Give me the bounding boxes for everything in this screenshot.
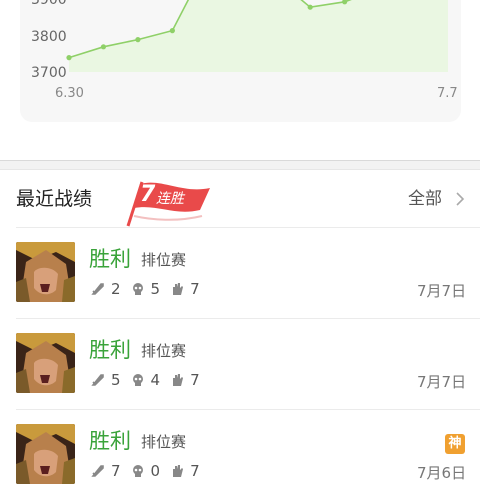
hero-avatar bbox=[16, 242, 75, 302]
x-tick-label: 6.30 bbox=[55, 86, 84, 101]
match-date: 7月7日 bbox=[417, 282, 467, 300]
chart-point bbox=[66, 55, 72, 61]
row-divider bbox=[16, 227, 480, 228]
recent-matches-title: 最近战绩 bbox=[16, 188, 93, 210]
streak-count: 7 bbox=[140, 182, 156, 207]
section-gap bbox=[0, 161, 480, 169]
match-date: 7月7日 bbox=[417, 373, 467, 391]
y-tick-label: 3800 bbox=[31, 29, 67, 45]
rating-line-chart bbox=[66, 0, 448, 72]
assists-count: 7 bbox=[190, 280, 200, 298]
deaths-count: 0 bbox=[150, 462, 161, 480]
chart-point bbox=[169, 28, 175, 34]
kda-stats: 5 4 7 bbox=[91, 370, 210, 390]
row-divider bbox=[16, 318, 480, 319]
skull-icon bbox=[132, 374, 143, 386]
y-tick-label: 3900 bbox=[31, 0, 67, 8]
kills-count: 7 bbox=[111, 462, 121, 480]
hero-avatar bbox=[16, 424, 75, 484]
kills-count: 5 bbox=[111, 371, 121, 389]
sword-icon bbox=[91, 374, 104, 386]
match-result: 胜利 bbox=[89, 247, 131, 271]
chart-point bbox=[135, 37, 141, 43]
chart-area-fill bbox=[69, 0, 448, 72]
x-tick-label: 7.7 bbox=[437, 86, 458, 101]
row-divider bbox=[16, 409, 480, 410]
hand-assist-icon bbox=[173, 374, 184, 386]
hand-assist-icon bbox=[173, 465, 184, 477]
skull-icon bbox=[132, 465, 143, 477]
match-mode: 排位赛 bbox=[141, 251, 187, 269]
match-row[interactable]: 胜利 排位赛 5 4 7 7月7日 bbox=[0, 333, 480, 413]
sword-icon bbox=[91, 283, 104, 295]
streak-label: 连胜 bbox=[156, 191, 184, 207]
match-result: 胜利 bbox=[89, 429, 131, 453]
section-divider bbox=[0, 169, 480, 170]
god-badge: 神 bbox=[445, 434, 465, 454]
sword-icon bbox=[91, 465, 104, 477]
kda-stats: 7 0 7 bbox=[91, 461, 210, 481]
view-all-link[interactable]: 全部 bbox=[408, 188, 442, 210]
chart-point bbox=[100, 44, 107, 50]
match-result: 胜利 bbox=[89, 338, 131, 362]
match-mode: 排位赛 bbox=[141, 433, 187, 451]
assists-count: 7 bbox=[190, 462, 200, 480]
match-row[interactable]: 胜利 排位赛 2 5 7 7月7日 bbox=[0, 242, 480, 322]
assists-count: 7 bbox=[190, 371, 200, 389]
hand-assist-icon bbox=[173, 283, 184, 295]
match-date: 7月6日 bbox=[417, 464, 467, 482]
rating-chart-card: 3900 3800 3700 6.30 7.7 bbox=[20, 0, 461, 122]
hero-avatar bbox=[16, 333, 75, 393]
match-mode: 排位赛 bbox=[141, 342, 187, 360]
match-row[interactable]: 胜利 排位赛 神 7 0 7 7月6日 bbox=[0, 424, 480, 504]
deaths-count: 4 bbox=[150, 371, 161, 389]
kda-stats: 2 5 7 bbox=[91, 279, 210, 299]
kills-count: 2 bbox=[111, 280, 121, 298]
deaths-count: 5 bbox=[150, 280, 161, 298]
skull-icon bbox=[132, 283, 143, 295]
chevron-right-icon[interactable] bbox=[455, 191, 465, 207]
chart-point bbox=[307, 4, 313, 10]
y-tick-label: 3700 bbox=[31, 65, 67, 81]
